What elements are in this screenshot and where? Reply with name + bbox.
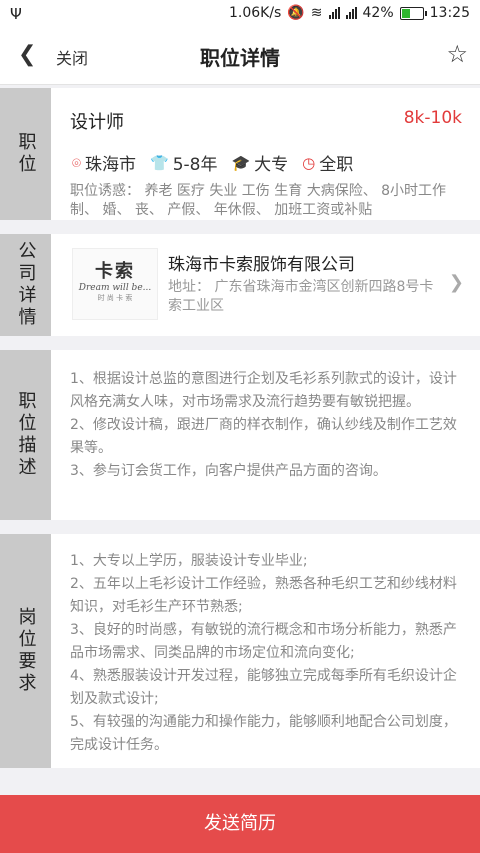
- description-section: 职位描述 1、根据设计总监的意图进行企划及毛衫系列款式的设计，设计风格充满女人味…: [0, 350, 480, 520]
- salary: 8k-10k: [403, 108, 462, 128]
- position-section: 职位 设计师 8k-10k ⌾ 珠海市 👕 5-8年 🎓 大专 ◷ 全职 职位诱惑： 养…: [0, 88, 480, 220]
- signal-icon: [345, 7, 357, 19]
- clock-icon: ◷: [302, 153, 316, 172]
- app-header: ❮ 关闭 职位详情 ☆: [0, 28, 480, 85]
- description-line: 1、根据设计总监的意图进行企划及毛衫系列款式的设计，设计风格充满女人味，对市场需…: [70, 371, 457, 410]
- company-address: 地址： 广东省珠海市金湾区创新四路8号卡索工业区: [168, 279, 434, 314]
- company-section[interactable]: 公司详情 卡索 Dream will be... 时 尚 卡 索 珠海市卡索服饰…: [0, 234, 480, 336]
- side-label: 职位: [0, 88, 51, 220]
- requirement-line: 1、大专以上学历，服装设计专业毕业;: [70, 553, 308, 569]
- experience-tag: 👕 5-8年: [150, 153, 218, 176]
- description-line: 2、修改设计稿，跟进厂商的样衣制作，确认纱线及制作工艺效果等。: [70, 417, 457, 456]
- signal-icon: [328, 7, 340, 19]
- job-type-tag: ◷ 全职: [302, 153, 354, 176]
- location-tag: ⌾ 珠海市: [72, 153, 137, 176]
- location-pin-icon: ⌾: [72, 153, 82, 172]
- side-label: 职位描述: [0, 350, 51, 520]
- battery-percent: 42%: [362, 5, 394, 21]
- mute-icon: 🔕: [287, 5, 305, 21]
- company-name: 珠海市卡索服饰有限公司: [168, 255, 355, 275]
- job-title: 设计师: [70, 112, 124, 133]
- clock: 13:25: [429, 5, 470, 21]
- shirt-icon: 👕: [150, 153, 169, 172]
- requirement-line: 5、有较强的沟通能力和操作能力，能够顺利地配合公司划度，完成设计任务。: [70, 714, 457, 753]
- net-speed: 1.06K/s: [228, 5, 282, 21]
- wifi-icon: ≋: [310, 5, 323, 21]
- education-tag: 🎓 大专: [231, 153, 289, 176]
- company-logo: 卡索 Dream will be... 时 尚 卡 索: [72, 248, 158, 320]
- description-line: 3、参与订会货工作，向客户提供产品方面的咨询。: [70, 463, 387, 479]
- requirement-line: 2、五年以上毛衫设计工作经验，熟悉各种毛织工艺和纱线材料知识，对毛衫生产环节熟悉…: [70, 576, 457, 615]
- benefits-text: 职位诱惑： 养老 医疗 失业 工伤 生育 大病保险、 8小时工作制、 婚、 丧、…: [70, 183, 447, 218]
- side-label: 公司详情: [0, 234, 51, 336]
- chevron-right-icon[interactable]: ❯: [449, 272, 464, 293]
- page-title: 职位详情: [200, 46, 280, 70]
- send-resume-button[interactable]: 发送简历: [0, 795, 480, 853]
- star-outline-icon[interactable]: ☆: [446, 40, 468, 68]
- requirement-line: 3、良好的时尚感，有敏锐的流行概念和市场分析能力，熟悉产品市场需求、同类品牌的市…: [70, 622, 457, 661]
- side-label: 岗位要求: [0, 534, 51, 768]
- requirements-section: 岗位要求 1、大专以上学历，服装设计专业毕业; 2、五年以上毛衫设计工作经验，熟…: [0, 534, 480, 768]
- requirement-line: 4、熟悉服装设计开发过程，能够独立完成每季所有毛织设计企划及款式设计;: [70, 668, 457, 707]
- graduation-cap-icon: 🎓: [231, 153, 251, 172]
- battery-icon: [399, 6, 427, 20]
- usb-icon: Ψ: [10, 5, 22, 23]
- status-bar: Ψ 1.06K/s 🔕 ≋ 42% 13:25: [0, 0, 480, 28]
